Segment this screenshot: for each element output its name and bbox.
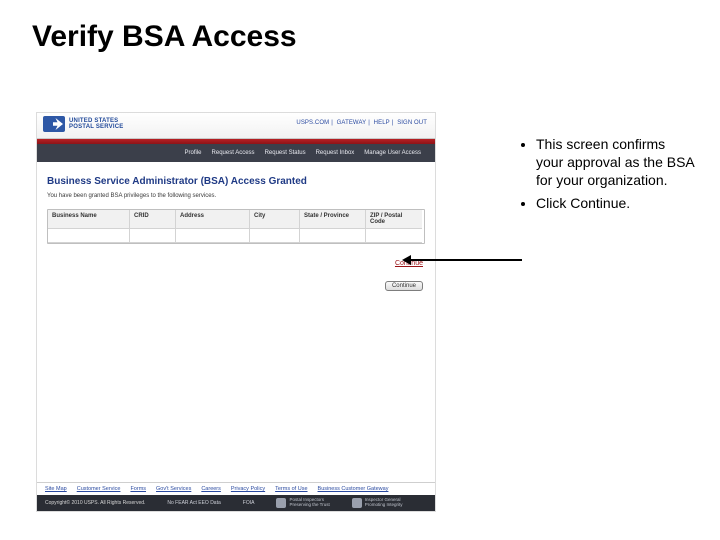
footer-link-govt-services[interactable]: Gov't Services: [156, 486, 191, 492]
continue-button[interactable]: Continue: [385, 281, 423, 291]
footer-links: Site Map Customer Service Forms Gov't Se…: [37, 482, 435, 495]
cell: [176, 229, 250, 243]
tab-manage-user-access[interactable]: Manage User Access: [364, 150, 421, 156]
badge-inspector-general: Inspector General Promoting Integrity: [352, 498, 403, 508]
col-business-name: Business Name: [48, 210, 130, 229]
footer-link-customer-service[interactable]: Customer Service: [77, 486, 121, 492]
tab-request-inbox[interactable]: Request Inbox: [316, 150, 355, 156]
badge-text: Postal Inspectors Preserving the Trust: [289, 498, 329, 507]
footer-link-sitemap[interactable]: Site Map: [45, 486, 67, 492]
section-subtext: You have been granted BSA privileges to …: [47, 193, 425, 199]
link-usps-com[interactable]: USPS.COM: [294, 120, 331, 126]
col-address: Address: [176, 210, 250, 229]
eagle-icon: [43, 116, 65, 132]
shield-icon: [276, 498, 286, 508]
slide-bullets: This screen confirms your approval as th…: [520, 135, 696, 216]
usps-logo: UNITED STATES POSTAL SERVICE: [43, 116, 123, 132]
nav-tabs: Profile Request Access Request Status Re…: [37, 144, 435, 162]
footer-link-privacy[interactable]: Privacy Policy: [231, 486, 265, 492]
annotation-arrow: [410, 259, 522, 261]
badge-postal-inspectors: Postal Inspectors Preserving the Trust: [276, 498, 329, 508]
cell: [366, 229, 422, 243]
col-crid: CRID: [130, 210, 176, 229]
section-title: Business Service Administrator (BSA) Acc…: [47, 176, 425, 187]
cell: [250, 229, 300, 243]
screenshot-footer: Site Map Customer Service Forms Gov't Se…: [37, 482, 435, 511]
footer-link-forms[interactable]: Forms: [130, 486, 146, 492]
services-table: Business Name CRID Address City State / …: [47, 209, 425, 244]
copyright-text: Copyright© 2010 USPS. All Rights Reserve…: [45, 500, 145, 506]
top-right-links: USPS.COM| GATEWAY| HELP| SIGN OUT: [294, 120, 429, 126]
cell: [48, 229, 130, 243]
footer-link-careers[interactable]: Careers: [201, 486, 221, 492]
slide-title: Verify BSA Access: [32, 20, 297, 54]
table-header-row: Business Name CRID Address City State / …: [48, 210, 424, 229]
col-city: City: [250, 210, 300, 229]
footer-link-terms[interactable]: Terms of Use: [275, 486, 307, 492]
cell: [300, 229, 366, 243]
link-sign-out[interactable]: SIGN OUT: [395, 120, 429, 126]
chip-foia[interactable]: FOIA: [243, 500, 255, 506]
link-help[interactable]: HELP: [372, 120, 392, 126]
cell: [130, 229, 176, 243]
tab-request-access[interactable]: Request Access: [212, 150, 255, 156]
badge-text: Inspector General Promoting Integrity: [365, 498, 403, 507]
tab-profile[interactable]: Profile: [185, 150, 202, 156]
footer-darkbar: Copyright© 2010 USPS. All Rights Reserve…: [37, 495, 435, 511]
tab-request-status[interactable]: Request Status: [265, 150, 306, 156]
bullet-item: Click Continue.: [536, 194, 696, 212]
footer-link-bcg[interactable]: Business Customer Gateway: [318, 486, 389, 492]
screenshot-header: UNITED STATES POSTAL SERVICE USPS.COM| G…: [37, 113, 435, 139]
shield-icon: [352, 498, 362, 508]
link-gateway[interactable]: GATEWAY: [335, 120, 369, 126]
chip-nofear[interactable]: No FEAR Act EEO Data: [167, 500, 220, 506]
table-row: [48, 229, 424, 243]
col-zip: ZIP / Postal Code: [366, 210, 422, 229]
screenshot-panel: UNITED STATES POSTAL SERVICE USPS.COM| G…: [36, 112, 436, 512]
col-state: State / Province: [300, 210, 366, 229]
logo-text: UNITED STATES POSTAL SERVICE: [69, 118, 123, 130]
bullet-item: This screen confirms your approval as th…: [536, 135, 696, 190]
